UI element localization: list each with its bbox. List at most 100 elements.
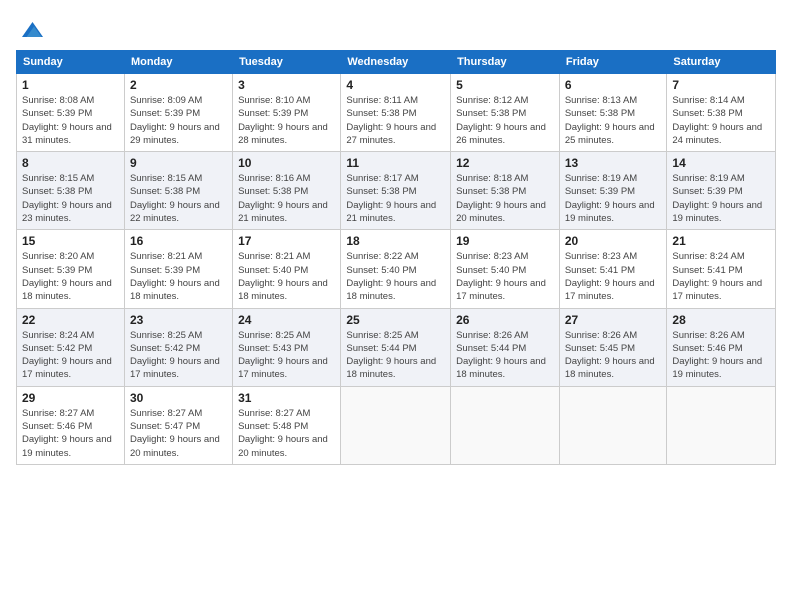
- day-number: 30: [130, 391, 227, 405]
- day-detail: Sunrise: 8:22 AMSunset: 5:40 PMDaylight:…: [346, 250, 445, 303]
- empty-cell: [559, 386, 667, 464]
- day-detail: Sunrise: 8:17 AMSunset: 5:38 PMDaylight:…: [346, 172, 445, 225]
- empty-cell: [341, 386, 451, 464]
- day-number: 9: [130, 156, 227, 170]
- day-detail: Sunrise: 8:19 AMSunset: 5:39 PMDaylight:…: [672, 172, 770, 225]
- calendar-week-4: 22 Sunrise: 8:24 AMSunset: 5:42 PMDayligh…: [17, 308, 776, 386]
- day-detail: Sunrise: 8:10 AMSunset: 5:39 PMDaylight:…: [238, 94, 335, 147]
- day-number: 19: [456, 234, 554, 248]
- calendar-day-28: 28 Sunrise: 8:26 AMSunset: 5:46 PMDayligh…: [667, 308, 776, 386]
- calendar-day-25: 25Sunrise: 8:25 AMSunset: 5:44 PMDayligh…: [341, 308, 451, 386]
- day-detail: Sunrise: 8:21 AMSunset: 5:40 PMDaylight:…: [238, 250, 335, 303]
- day-detail: Sunrise: 8:20 AMSunset: 5:39 PMDaylight:…: [22, 250, 119, 303]
- weekday-header-row: SundayMondayTuesdayWednesdayThursdayFrid…: [17, 51, 776, 74]
- logo-icon: [16, 16, 46, 40]
- calendar-week-1: 1Sunrise: 8:08 AMSunset: 5:39 PMDaylight…: [17, 74, 776, 152]
- day-detail: Sunrise: 8:15 AMSunset: 5:38 PMDaylight:…: [130, 172, 227, 225]
- calendar-day-29: 29 Sunrise: 8:27 AMSunset: 5:46 PMDayligh…: [17, 386, 125, 464]
- day-number: 15: [22, 234, 119, 248]
- calendar-day-22: 22 Sunrise: 8:24 AMSunset: 5:42 PMDayligh…: [17, 308, 125, 386]
- calendar-day-9: 9 Sunrise: 8:15 AMSunset: 5:38 PMDaylight…: [124, 152, 232, 230]
- weekday-header-monday: Monday: [124, 51, 232, 74]
- day-number: 17: [238, 234, 335, 248]
- calendar-day-16: 16 Sunrise: 8:21 AMSunset: 5:39 PMDayligh…: [124, 230, 232, 308]
- day-detail: Sunrise: 8:25 AMSunset: 5:43 PMDaylight:…: [238, 329, 335, 382]
- day-number: 18: [346, 234, 445, 248]
- day-number: 14: [672, 156, 770, 170]
- day-detail: Sunrise: 8:21 AMSunset: 5:39 PMDaylight:…: [130, 250, 227, 303]
- calendar-week-2: 8 Sunrise: 8:15 AMSunset: 5:38 PMDaylight…: [17, 152, 776, 230]
- empty-cell: [451, 386, 560, 464]
- day-detail: Sunrise: 8:25 AMSunset: 5:42 PMDaylight:…: [130, 329, 227, 382]
- day-detail: Sunrise: 8:24 AMSunset: 5:42 PMDaylight:…: [22, 329, 119, 382]
- weekday-header-friday: Friday: [559, 51, 667, 74]
- day-detail: Sunrise: 8:12 AMSunset: 5:38 PMDaylight:…: [456, 94, 554, 147]
- day-detail: Sunrise: 8:27 AMSunset: 5:48 PMDaylight:…: [238, 407, 335, 460]
- day-number: 20: [565, 234, 662, 248]
- calendar-day-3: 3 Sunrise: 8:10 AMSunset: 5:39 PMDaylight…: [233, 74, 341, 152]
- day-detail: Sunrise: 8:15 AMSunset: 5:38 PMDaylight:…: [22, 172, 119, 225]
- day-detail: Sunrise: 8:08 AMSunset: 5:39 PMDaylight:…: [22, 94, 119, 147]
- calendar-week-3: 15 Sunrise: 8:20 AMSunset: 5:39 PMDayligh…: [17, 230, 776, 308]
- day-number: 21: [672, 234, 770, 248]
- day-number: 23: [130, 313, 227, 327]
- day-number: 22: [22, 313, 119, 327]
- calendar-day-11: 11 Sunrise: 8:17 AMSunset: 5:38 PMDayligh…: [341, 152, 451, 230]
- page-header: [16, 16, 776, 40]
- weekday-header-tuesday: Tuesday: [233, 51, 341, 74]
- day-number: 4: [346, 78, 445, 92]
- calendar-day-17: 17 Sunrise: 8:21 AMSunset: 5:40 PMDayligh…: [233, 230, 341, 308]
- calendar-day-30: 30 Sunrise: 8:27 AMSunset: 5:47 PMDayligh…: [124, 386, 232, 464]
- calendar-day-6: 6 Sunrise: 8:13 AMSunset: 5:38 PMDaylight…: [559, 74, 667, 152]
- day-number: 11: [346, 156, 445, 170]
- day-number: 27: [565, 313, 662, 327]
- day-detail: Sunrise: 8:26 AMSunset: 5:46 PMDaylight:…: [672, 329, 770, 382]
- weekday-header-wednesday: Wednesday: [341, 51, 451, 74]
- day-detail: Sunrise: 8:16 AMSunset: 5:38 PMDaylight:…: [238, 172, 335, 225]
- day-detail: Sunrise: 8:27 AMSunset: 5:47 PMDaylight:…: [130, 407, 227, 460]
- day-detail: Sunrise: 8:24 AMSunset: 5:41 PMDaylight:…: [672, 250, 770, 303]
- day-detail: Sunrise: 8:14 AMSunset: 5:38 PMDaylight:…: [672, 94, 770, 147]
- calendar-day-8: 8 Sunrise: 8:15 AMSunset: 5:38 PMDaylight…: [17, 152, 125, 230]
- day-number: 7: [672, 78, 770, 92]
- calendar-day-2: 2 Sunrise: 8:09 AMSunset: 5:39 PMDaylight…: [124, 74, 232, 152]
- day-number: 16: [130, 234, 227, 248]
- day-number: 8: [22, 156, 119, 170]
- day-number: 13: [565, 156, 662, 170]
- calendar-day-27: 27 Sunrise: 8:26 AMSunset: 5:45 PMDayligh…: [559, 308, 667, 386]
- day-number: 25: [346, 313, 445, 327]
- calendar-day-1: 1Sunrise: 8:08 AMSunset: 5:39 PMDaylight…: [17, 74, 125, 152]
- calendar-table: SundayMondayTuesdayWednesdayThursdayFrid…: [16, 50, 776, 465]
- day-detail: Sunrise: 8:13 AMSunset: 5:38 PMDaylight:…: [565, 94, 662, 147]
- day-number: 29: [22, 391, 119, 405]
- day-detail: Sunrise: 8:19 AMSunset: 5:39 PMDaylight:…: [565, 172, 662, 225]
- weekday-header-saturday: Saturday: [667, 51, 776, 74]
- day-detail: Sunrise: 8:09 AMSunset: 5:39 PMDaylight:…: [130, 94, 227, 147]
- calendar-day-23: 23 Sunrise: 8:25 AMSunset: 5:42 PMDayligh…: [124, 308, 232, 386]
- calendar-day-20: 20Sunrise: 8:23 AMSunset: 5:41 PMDayligh…: [559, 230, 667, 308]
- empty-cell: [667, 386, 776, 464]
- day-detail: Sunrise: 8:23 AMSunset: 5:40 PMDaylight:…: [456, 250, 554, 303]
- calendar-day-19: 19 Sunrise: 8:23 AMSunset: 5:40 PMDayligh…: [451, 230, 560, 308]
- day-number: 31: [238, 391, 335, 405]
- day-detail: Sunrise: 8:27 AMSunset: 5:46 PMDaylight:…: [22, 407, 119, 460]
- page-container: SundayMondayTuesdayWednesdayThursdayFrid…: [0, 0, 792, 473]
- day-number: 26: [456, 313, 554, 327]
- day-number: 24: [238, 313, 335, 327]
- calendar-day-5: 5Sunrise: 8:12 AMSunset: 5:38 PMDaylight…: [451, 74, 560, 152]
- day-number: 6: [565, 78, 662, 92]
- weekday-header-sunday: Sunday: [17, 51, 125, 74]
- weekday-header-thursday: Thursday: [451, 51, 560, 74]
- calendar-day-26: 26 Sunrise: 8:26 AMSunset: 5:44 PMDayligh…: [451, 308, 560, 386]
- day-number: 28: [672, 313, 770, 327]
- day-number: 10: [238, 156, 335, 170]
- day-number: 3: [238, 78, 335, 92]
- day-number: 2: [130, 78, 227, 92]
- calendar-week-5: 29 Sunrise: 8:27 AMSunset: 5:46 PMDayligh…: [17, 386, 776, 464]
- calendar-day-4: 4Sunrise: 8:11 AMSunset: 5:38 PMDaylight…: [341, 74, 451, 152]
- calendar-day-24: 24 Sunrise: 8:25 AMSunset: 5:43 PMDayligh…: [233, 308, 341, 386]
- day-detail: Sunrise: 8:26 AMSunset: 5:45 PMDaylight:…: [565, 329, 662, 382]
- day-detail: Sunrise: 8:26 AMSunset: 5:44 PMDaylight:…: [456, 329, 554, 382]
- logo: [16, 16, 50, 40]
- day-number: 12: [456, 156, 554, 170]
